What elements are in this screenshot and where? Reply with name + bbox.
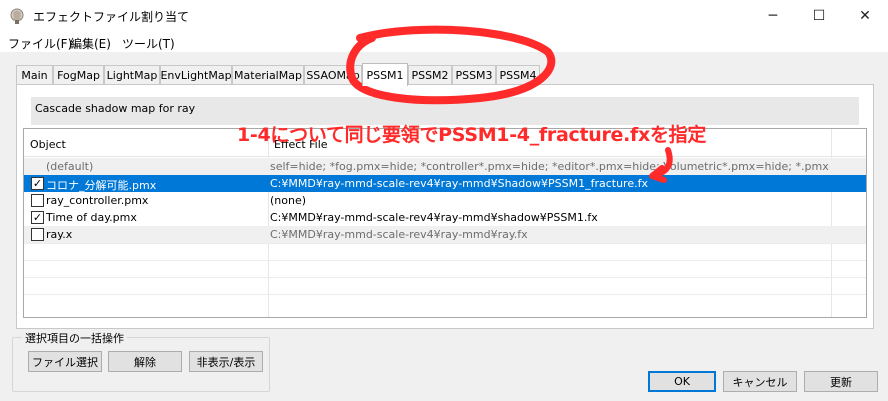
tab-envlightmap[interactable]: EnvLightMap [160, 65, 232, 85]
effect-file-cell: C:¥MMD¥ray-mmd-scale-rev4¥ray-mmd¥shadow… [270, 211, 598, 224]
tab-main[interactable]: Main [16, 65, 53, 85]
menu-bar: ファイル(F) 編集(E) ツール(T) [0, 32, 888, 52]
effect-list[interactable]: Object Effect File (default) self=hide; … [23, 128, 867, 318]
column-object-header[interactable]: Object [30, 138, 66, 151]
tab-fogmap[interactable]: FogMap [53, 65, 104, 85]
object-cell: (default) [46, 160, 94, 173]
object-cell: ray.x [46, 228, 73, 241]
app-icon [10, 8, 24, 24]
effect-file-cell: self=hide; *fog.pmx=hide; *controller*.p… [270, 160, 830, 173]
tab-pssm1[interactable]: PSSM1 [362, 63, 408, 86]
row-checkbox[interactable]: ✓ [31, 177, 44, 190]
tab-pssm4[interactable]: PSSM4 [496, 65, 540, 85]
table-row[interactable]: ray.x C:¥MMD¥ray-mmd-scale-rev4¥ray-mmd¥… [24, 226, 866, 243]
row-checkbox[interactable] [31, 194, 44, 207]
title-bar: エフェクトファイル割り当て ─ ☐ ✕ [0, 0, 888, 32]
toggle-visibility-button[interactable]: 非表示/表示 [189, 351, 263, 372]
window-title: エフェクトファイル割り当て [33, 10, 190, 24]
maximize-button[interactable]: ☐ [796, 0, 842, 32]
refresh-button[interactable]: 更新 [804, 371, 878, 392]
maximize-icon: ☐ [812, 8, 826, 24]
row-divider [24, 294, 866, 295]
effect-file-cell: (none) [270, 194, 307, 207]
tab-materialmap[interactable]: MaterialMap [232, 65, 304, 85]
ok-button[interactable]: OK [648, 371, 716, 392]
close-icon: ✕ [859, 8, 871, 24]
row-divider [24, 243, 866, 244]
row-divider [24, 260, 866, 261]
row-checkbox[interactable]: ✓ [31, 211, 44, 224]
object-cell: Time of day.pmx [46, 211, 137, 224]
cancel-button[interactable]: キャンセル [723, 371, 797, 392]
effect-file-cell: C:¥MMD¥ray-mmd-scale-rev4¥ray-mmd¥ray.fx [270, 228, 528, 241]
row-checkbox[interactable] [31, 228, 44, 241]
batch-operations-label: 選択項目の一括操作 [22, 330, 127, 346]
tab-pssm3[interactable]: PSSM3 [452, 65, 496, 85]
tab-pssm2[interactable]: PSSM2 [408, 65, 452, 85]
tab-ssaomap[interactable]: SSAOMap [304, 65, 362, 85]
table-row[interactable]: ray_controller.pmx (none) [24, 192, 866, 209]
table-row[interactable]: ✓ コロナ_分解可能.pmx C:¥MMD¥ray-mmd-scale-rev4… [24, 175, 866, 192]
effect-file-cell: C:¥MMD¥ray-mmd-scale-rev4¥ray-mmd¥Shadow… [270, 177, 648, 190]
minimize-button[interactable]: ─ [750, 0, 796, 32]
close-button[interactable]: ✕ [842, 0, 888, 32]
select-file-button[interactable]: ファイル選択 [28, 351, 102, 372]
release-button[interactable]: 解除 [108, 351, 182, 372]
table-row[interactable]: (default) self=hide; *fog.pmx=hide; *con… [24, 158, 866, 175]
row-divider [24, 277, 866, 278]
tab-lightmap[interactable]: LightMap [104, 65, 160, 85]
table-row[interactable]: ✓ Time of day.pmx C:¥MMD¥ray-mmd-scale-r… [24, 209, 866, 226]
menu-file[interactable]: ファイル(F) [8, 35, 72, 52]
annotation-text: 1-4について同じ要領でPSSM1-4_fracture.fxを指定 [237, 124, 707, 146]
menu-tools[interactable]: ツール(T) [122, 35, 175, 52]
minimize-icon: ─ [768, 8, 778, 24]
object-cell: コロナ_分解可能.pmx [46, 179, 157, 192]
object-cell: ray_controller.pmx [46, 194, 149, 207]
menu-edit[interactable]: 編集(E) [70, 35, 111, 52]
